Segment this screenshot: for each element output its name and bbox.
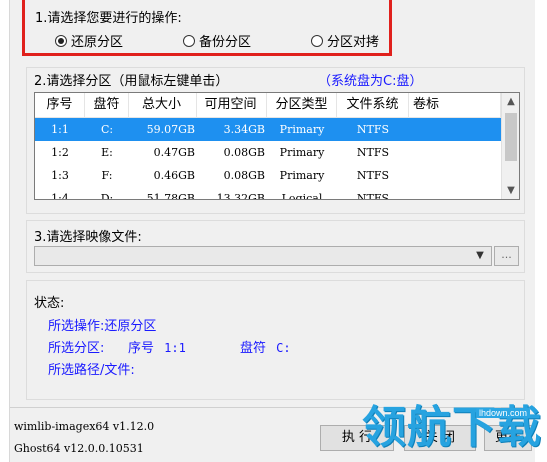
status-drive-value: C:: [276, 341, 291, 355]
radio-unchecked-icon: [183, 34, 195, 47]
scroll-up-icon[interactable]: ▲: [502, 93, 519, 110]
col-drive[interactable]: 盘符: [85, 93, 129, 117]
cell-drive: C:: [100, 123, 114, 136]
cell-free-space: 0.08GB: [223, 169, 265, 182]
cell-drive: F:: [101, 169, 113, 182]
cell-partition-type: Primary: [279, 146, 325, 159]
col-file-system[interactable]: 文件系统: [337, 93, 409, 117]
cell-total-size: 59.07GB: [146, 123, 195, 136]
radio-backup[interactable]: 备份分区: [183, 31, 251, 50]
cell-total-size: 0.46GB: [153, 169, 195, 182]
cell-free-space: 13.32GB: [216, 192, 265, 200]
cell-partition-type: Logical: [281, 192, 323, 200]
radio-copy[interactable]: 分区对拷: [311, 31, 379, 50]
browse-button[interactable]: ...: [494, 246, 519, 266]
scroll-thumb[interactable]: [505, 113, 517, 161]
status-partition-label: 所选分区:: [48, 341, 105, 356]
status-partition-index: 序号 1:1: [128, 337, 186, 356]
radio-copy-label: 分区对拷: [327, 35, 380, 50]
table-header: 序号 盘符 总大小 可用空间 分区类型 文件系统 卷标: [35, 93, 501, 118]
cell-free-space: 3.34GB: [223, 123, 265, 136]
partition-table: 序号 盘符 总大小 可用空间 分区类型 文件系统 卷标 1:1 C: 59.07…: [34, 92, 520, 200]
cell-partition-type: Primary: [279, 123, 325, 136]
col-index[interactable]: 序号: [35, 93, 85, 117]
cell-index: 1:3: [51, 169, 69, 182]
status-drive-label: 盘符: [240, 341, 267, 356]
col-volume-label[interactable]: 卷标: [409, 93, 501, 117]
col-partition-type[interactable]: 分区类型: [267, 93, 337, 117]
status-operation: 所选操作:还原分区: [48, 315, 156, 334]
cell-file-system: NTFS: [356, 192, 390, 200]
scroll-down-icon[interactable]: ▼: [502, 182, 519, 199]
cell-index: 1:4: [51, 192, 69, 200]
radio-checked-icon: [55, 34, 67, 47]
table-scrollbar[interactable]: ▲ ▼: [501, 93, 519, 199]
image-file-title: 3.请选择映像文件:: [34, 230, 142, 245]
window-left-edge: [0, 0, 10, 462]
window-right-edge: [535, 0, 547, 462]
cell-file-system: NTFS: [356, 146, 390, 159]
col-free-space[interactable]: 可用空间: [197, 93, 267, 117]
table-row[interactable]: 1:2 E: 0.47GB 0.08GB Primary NTFS: [35, 141, 501, 164]
status-index-label: 序号: [128, 341, 155, 356]
table-row[interactable]: 1:4 D: 51.78GB 13.32GB Logical NTFS: [35, 187, 501, 200]
chevron-down-icon: ▼: [476, 250, 484, 261]
table-row[interactable]: 1:3 F: 0.46GB 0.08GB Primary NTFS: [35, 164, 501, 187]
radio-unchecked-icon: [311, 34, 323, 47]
cell-file-system: NTFS: [356, 123, 390, 136]
cell-drive: E:: [101, 146, 113, 159]
watermark-url: lhdown.com: [476, 408, 531, 418]
cell-volume-label: [409, 187, 501, 199]
status-drive: 盘符 C:: [240, 337, 291, 356]
cell-partition-type: Primary: [279, 169, 325, 182]
table-row[interactable]: 1:1 C: 59.07GB 3.34GB Primary NTFS: [35, 118, 501, 141]
status-operation-value: 还原分区: [104, 319, 157, 334]
cell-index: 1:2: [51, 146, 69, 159]
table-body: 1:1 C: 59.07GB 3.34GB Primary NTFS 1:2 E…: [35, 118, 501, 200]
cell-file-system: NTFS: [356, 169, 390, 182]
radio-restore-label: 还原分区: [71, 35, 124, 50]
wimlib-version: wimlib-imagex64 v1.12.0: [14, 420, 155, 433]
cell-volume-label: [409, 164, 501, 187]
cell-free-space: 0.08GB: [223, 146, 265, 159]
partition-title: 2.请选择分区（用鼠标左键单击）: [34, 74, 229, 89]
app-window: 1.请选择您要进行的操作: 还原分区 备份分区 分区对拷 2.请选择分区（用鼠标…: [0, 0, 547, 462]
cell-total-size: 0.47GB: [153, 146, 195, 159]
status-index-value: 1:1: [164, 341, 186, 355]
radio-restore[interactable]: 还原分区: [55, 31, 123, 50]
image-file-select[interactable]: ▼: [34, 246, 492, 266]
cell-volume-label: [409, 141, 501, 164]
cell-index: 1:1: [51, 123, 69, 136]
col-total-size[interactable]: 总大小: [129, 93, 197, 117]
cell-total-size: 51.78GB: [146, 192, 195, 200]
system-drive-note: （系统盘为C:盘）: [318, 74, 423, 89]
cell-volume-label: [409, 118, 501, 141]
status-title: 状态:: [34, 296, 65, 311]
operation-title: 1.请选择您要进行的操作:: [35, 11, 182, 26]
operation-group: 1.请选择您要进行的操作: 还原分区 备份分区 分区对拷: [22, 0, 392, 56]
status-path: 所选路径/文件:: [48, 359, 135, 378]
ghost-version: Ghost64 v12.0.0.10531: [14, 442, 144, 455]
status-operation-label: 所选操作:: [48, 319, 105, 334]
status-path-label: 所选路径/文件:: [48, 363, 135, 378]
cell-drive: D:: [100, 192, 114, 200]
radio-backup-label: 备份分区: [199, 35, 252, 50]
